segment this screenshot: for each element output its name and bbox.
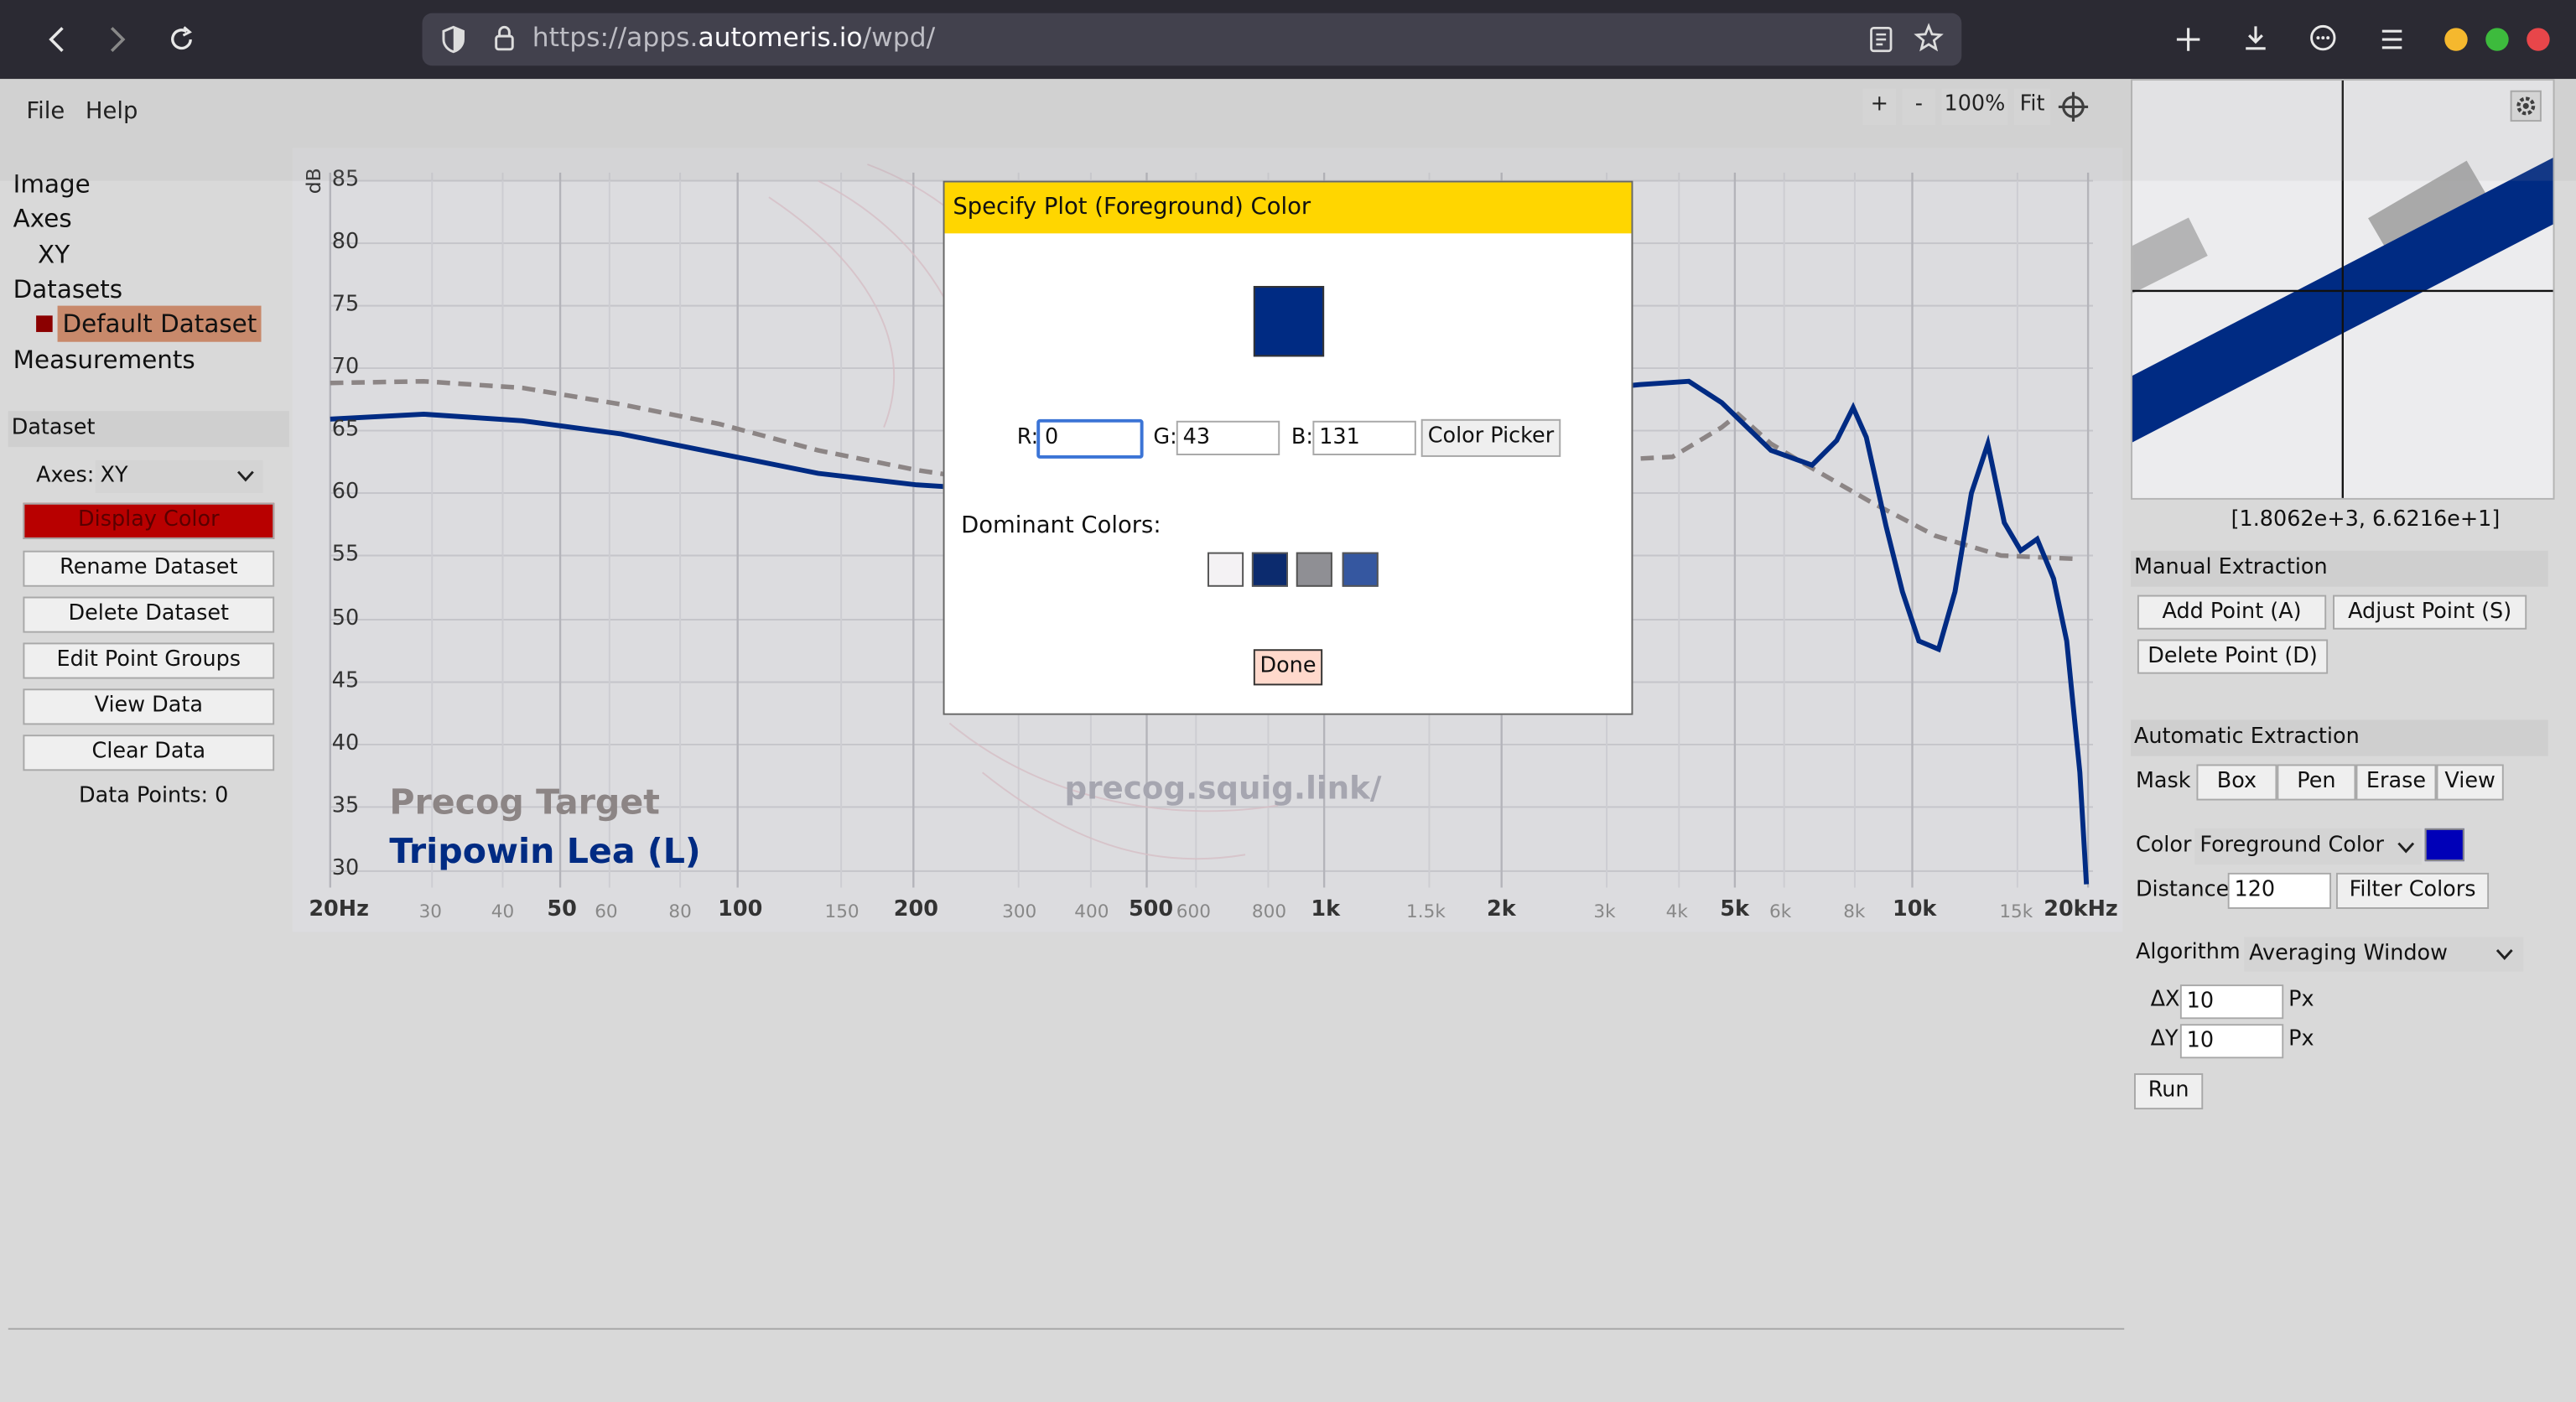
url-domain: automeris.io: [698, 21, 863, 53]
color-dialog: Specify Plot (Foreground) Color R: 0 G: …: [943, 180, 1633, 715]
url-path: /wpd/: [862, 21, 936, 53]
done-button[interactable]: Done: [1253, 649, 1323, 686]
reader-icon[interactable]: [1868, 24, 1894, 54]
color-picker-button[interactable]: Color Picker: [1420, 418, 1561, 457]
maximize-window-button[interactable]: [2485, 28, 2509, 51]
r-label: R:: [1016, 425, 1039, 451]
dialog-title: Specify Plot (Foreground) Color: [953, 194, 1311, 221]
b-label: B:: [1291, 425, 1314, 451]
g-label: G:: [1153, 425, 1177, 451]
shield-icon[interactable]: [440, 24, 466, 54]
reload-icon[interactable]: [168, 24, 197, 54]
dominant-color-swatch[interactable]: [1251, 552, 1289, 587]
dominant-color-swatch[interactable]: [1342, 552, 1379, 587]
menu-icon[interactable]: [2377, 24, 2407, 54]
url-text[interactable]: https://apps.automeris.io/wpd/: [532, 21, 935, 52]
g-input[interactable]: 43: [1176, 420, 1280, 455]
star-icon[interactable]: [1914, 23, 1944, 52]
r-input[interactable]: 0: [1036, 418, 1144, 459]
extensions-icon[interactable]: [2309, 23, 2338, 52]
download-icon[interactable]: [2241, 23, 2270, 52]
minimize-window-button[interactable]: [2444, 28, 2468, 51]
plus-icon[interactable]: [2174, 24, 2203, 54]
dominant-color-swatch[interactable]: [1208, 552, 1244, 587]
color-preview: [1253, 286, 1325, 357]
dominant-colors-label: Dominant Colors:: [961, 512, 1161, 539]
dominant-color-swatch[interactable]: [1296, 552, 1332, 587]
lock-icon[interactable]: [491, 23, 517, 52]
forward-arrow-icon[interactable]: [103, 24, 129, 54]
b-input[interactable]: 131: [1312, 420, 1416, 455]
back-arrow-icon[interactable]: [44, 24, 70, 54]
close-window-button[interactable]: [2527, 28, 2550, 51]
url-prefix: https://apps.: [532, 21, 699, 53]
